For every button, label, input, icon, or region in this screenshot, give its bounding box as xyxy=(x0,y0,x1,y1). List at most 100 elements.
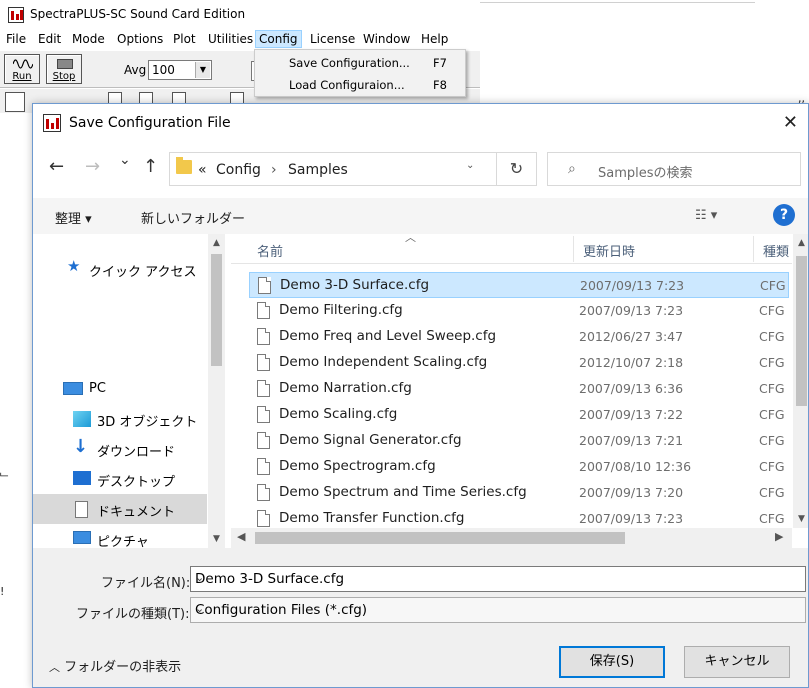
search-box[interactable]: ⌕ Samplesの検索 xyxy=(547,152,801,186)
file-row[interactable]: Demo Freq and Level Sweep.cfg 2012/06/27 … xyxy=(249,324,789,350)
stop-label: Stop xyxy=(52,71,76,82)
menu-config[interactable]: Config xyxy=(255,30,302,48)
recent-locations-chevron-icon[interactable]: ⌄ xyxy=(119,152,131,168)
file-row[interactable]: Demo Signal Generator.cfg 2007/09/13 7:21… xyxy=(249,428,789,454)
background-window-edge xyxy=(480,0,755,3)
forward-arrow-icon[interactable]: → xyxy=(85,156,100,177)
nav-item-label: クイック アクセス xyxy=(89,265,197,280)
menu-item-load-configuration[interactable]: Load Configuraion... F8 xyxy=(255,74,465,96)
file-list-scrollbar[interactable]: ▲ ▼ xyxy=(793,234,808,528)
file-row[interactable]: Demo Narration.cfg 2007/09/13 6:36 CFG xyxy=(249,376,789,402)
file-icon xyxy=(257,354,270,371)
scroll-right-icon[interactable]: ▶ xyxy=(775,530,783,543)
stop-icon xyxy=(57,59,73,69)
file-name: Demo Scaling.cfg xyxy=(279,406,398,422)
file-type: CFG xyxy=(759,407,785,422)
scroll-up-icon[interactable]: ▲ xyxy=(208,234,225,252)
menu-help[interactable]: Help xyxy=(418,30,451,48)
filename-input[interactable]: Demo 3-D Surface.cfg ⌄ xyxy=(190,566,806,592)
new-icon[interactable] xyxy=(5,92,25,112)
hide-folders-toggle[interactable]: ︿ フォルダーの非表示 xyxy=(49,656,181,675)
spectraplus-app-icon xyxy=(8,7,24,23)
nav-pane-scrollbar[interactable]: ▲ ▼ xyxy=(208,234,225,548)
breadcrumb-samples[interactable]: Samples xyxy=(288,162,348,178)
menu-license[interactable]: License xyxy=(307,30,358,48)
file-row[interactable]: Demo Independent Scaling.cfg 2012/10/07 2… xyxy=(249,350,789,376)
help-icon[interactable]: ? xyxy=(773,204,795,226)
scroll-up-icon[interactable]: ▲ xyxy=(793,234,808,252)
file-row[interactable]: Demo Filtering.cfg 2007/09/13 7:23 CFG xyxy=(249,298,789,324)
chevron-down-icon[interactable]: ⌄ xyxy=(195,602,799,615)
breadcrumb-config[interactable]: Config xyxy=(216,162,261,178)
scroll-thumb[interactable] xyxy=(211,254,222,366)
close-icon[interactable]: ✕ xyxy=(783,112,798,133)
file-list-hscrollbar[interactable]: ◀ ▶ xyxy=(231,528,792,548)
run-button[interactable]: Run xyxy=(4,54,40,84)
nav-item-desktop[interactable]: デスクトップ xyxy=(33,464,207,494)
menu-options[interactable]: Options xyxy=(114,30,166,48)
menu-item-save-configuration[interactable]: Save Configuration... F7 xyxy=(255,52,465,74)
file-name: Demo 3-D Surface.cfg xyxy=(280,277,430,293)
back-arrow-icon[interactable]: ← xyxy=(49,156,64,177)
nav-item-label: ドキュメント xyxy=(97,505,176,520)
file-row[interactable]: Demo Scaling.cfg 2007/09/13 7:22 CFG xyxy=(249,402,789,428)
menu-file[interactable]: File xyxy=(3,30,29,48)
filetype-select[interactable]: Configuration Files (*.cfg) ⌄ xyxy=(190,597,806,623)
file-name: Demo Spectrum and Time Series.cfg xyxy=(279,484,527,500)
new-folder-button[interactable]: 新しいフォルダー xyxy=(141,208,245,227)
cancel-button[interactable]: キャンセル xyxy=(684,646,790,678)
file-icon xyxy=(257,432,270,449)
menu-utilities[interactable]: Utilities xyxy=(205,30,256,48)
avg-select[interactable]: 100 ▼ xyxy=(148,60,212,80)
app-titlebar: SpectraPLUS-SC Sound Card Edition xyxy=(0,0,480,30)
scroll-left-icon[interactable]: ◀ xyxy=(237,530,245,543)
menu-item-label: Load Configuraion... xyxy=(289,78,405,92)
file-date: 2007/09/13 6:36 xyxy=(579,381,684,396)
dialog-title: Save Configuration File xyxy=(69,115,231,131)
menu-edit[interactable]: Edit xyxy=(35,30,64,48)
breadcrumb-separator: › xyxy=(271,162,277,178)
file-row[interactable]: Demo Spectrum and Time Series.cfg 2007/09… xyxy=(249,480,789,506)
menu-item-label: Save Configuration... xyxy=(289,56,410,70)
scroll-down-icon[interactable]: ▼ xyxy=(793,510,808,528)
address-bar[interactable]: « Config › Samples ⌄ ↻ xyxy=(169,152,537,186)
nav-item-quick-access[interactable]: ★ クイック アクセス xyxy=(33,254,207,284)
scroll-down-icon[interactable]: ▼ xyxy=(208,530,225,548)
change-view-button[interactable]: ☷ ▾ xyxy=(695,208,717,223)
menu-plot[interactable]: Plot xyxy=(170,30,199,48)
organize-button[interactable]: 整理 ▾ xyxy=(55,208,92,227)
chevron-down-icon[interactable]: ⌄ xyxy=(466,160,474,171)
run-label: Run xyxy=(12,71,32,82)
config-menu: Save Configuration... F7 Load Configurai… xyxy=(254,49,466,97)
nav-item-label: 3D オブジェクト xyxy=(97,415,198,430)
refresh-icon[interactable]: ↻ xyxy=(496,153,536,185)
file-name: Demo Spectrogram.cfg xyxy=(279,458,436,474)
filename-label: ファイル名(N): xyxy=(101,576,191,591)
nav-item-pc[interactable]: PC xyxy=(33,374,207,404)
file-name: Demo Independent Scaling.cfg xyxy=(279,354,488,370)
breadcrumb-chevron[interactable]: « xyxy=(198,162,207,178)
stop-button[interactable]: Stop xyxy=(46,54,82,84)
up-arrow-icon[interactable]: ↑ xyxy=(143,156,158,177)
scroll-thumb[interactable] xyxy=(796,256,807,406)
file-type: CFG xyxy=(759,459,785,474)
file-row[interactable]: Demo Transfer Function.cfg 2007/09/13 7:2… xyxy=(249,506,789,528)
cube-icon xyxy=(73,411,91,427)
file-icon xyxy=(257,484,270,501)
file-icon xyxy=(257,510,270,527)
scroll-thumb[interactable] xyxy=(255,532,625,544)
chevron-down-icon[interactable]: ⌄ xyxy=(195,571,799,584)
nav-item-downloads[interactable]: ↓ ダウンロード xyxy=(33,434,207,464)
file-date: 2007/09/13 7:23 xyxy=(579,511,684,526)
chevron-down-icon[interactable]: ▼ xyxy=(195,62,210,78)
file-row[interactable]: Demo 3-D Surface.cfg 2007/09/13 7:23 CFG xyxy=(249,272,789,298)
menu-mode[interactable]: Mode xyxy=(69,30,108,48)
nav-item-3d-objects[interactable]: 3D オブジェクト xyxy=(33,404,207,434)
background-mark: ! xyxy=(0,585,5,598)
nav-item-documents[interactable]: ドキュメント xyxy=(33,494,207,524)
save-button[interactable]: 保存(S) xyxy=(559,646,665,678)
background-mark: ﹂ xyxy=(0,472,11,485)
file-row[interactable]: Demo Spectrogram.cfg 2007/08/10 12:36 CFG xyxy=(249,454,789,480)
download-icon: ↓ xyxy=(73,436,89,457)
menu-window[interactable]: Window xyxy=(360,30,413,48)
